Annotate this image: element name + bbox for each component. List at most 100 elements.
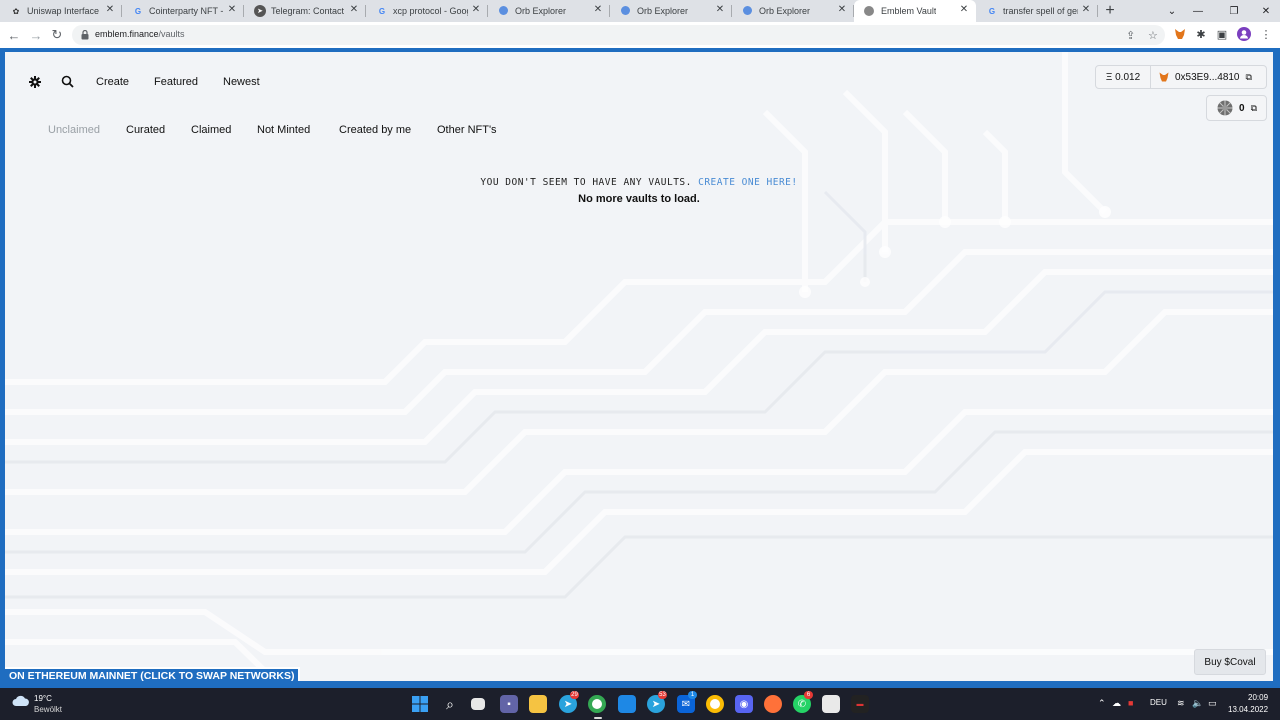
orb-icon xyxy=(621,6,630,15)
browser-tab[interactable]: Orb Explorer ✕ xyxy=(488,0,610,22)
tab-strip: ✿ Uniswap Interface ✕ G Cointerparty NFT… xyxy=(0,0,1280,22)
close-icon[interactable]: ✕ xyxy=(1080,4,1092,16)
side-panel-icon[interactable]: ▣ xyxy=(1214,26,1230,42)
url-domain: emblem.finance xyxy=(95,29,159,39)
filter-claimed[interactable]: Claimed xyxy=(191,124,231,136)
tab-title: transfer spell of gene xyxy=(1003,6,1078,16)
clock-time[interactable]: 20:09 xyxy=(1248,693,1268,702)
page-frame: Create Featured Newest Ξ 0.012 0x53E9...… xyxy=(0,48,1280,688)
window-close-icon[interactable]: ✕ xyxy=(1258,0,1274,22)
tray-chevron-up-icon[interactable]: ⌃ xyxy=(1098,698,1106,709)
no-more-vaults-text: No more vaults to load. xyxy=(578,193,700,205)
star-icon[interactable]: ☆ xyxy=(1148,29,1158,42)
nav-create[interactable]: Create xyxy=(96,76,129,88)
weather-description[interactable]: Bewölkt xyxy=(34,705,62,714)
nav-newest[interactable]: Newest xyxy=(223,76,260,88)
search-icon[interactable] xyxy=(61,75,74,88)
share-icon[interactable]: ⇪ xyxy=(1126,29,1135,42)
close-icon[interactable]: ✕ xyxy=(714,4,726,16)
external-link-icon: ⧉ xyxy=(1245,71,1252,82)
gear-icon[interactable] xyxy=(29,76,41,88)
create-vault-link[interactable]: CREATE ONE HERE! xyxy=(698,177,798,188)
discord-icon[interactable]: ◉ xyxy=(735,695,753,713)
filter-other-nfts[interactable]: Other NFT's xyxy=(437,124,497,136)
lock-icon xyxy=(81,30,89,40)
tab-title: Orb Explorer xyxy=(637,6,689,16)
url-text: emblem.finance/vaults xyxy=(95,29,185,39)
battery-icon[interactable]: ▭ xyxy=(1208,698,1217,709)
coval-balance-button[interactable]: 0 ⧉ xyxy=(1206,95,1267,121)
network-banner[interactable]: ON ETHEREUM MAINNET (CLICK TO SWAP NETWO… xyxy=(5,667,301,681)
task-view-icon[interactable] xyxy=(471,698,485,710)
browser-tab[interactable]: ✿ Uniswap Interface ✕ xyxy=(0,0,122,22)
tray-alert-icon[interactable]: ■ xyxy=(1128,698,1133,708)
external-link-icon: ⧉ xyxy=(1250,102,1257,113)
close-icon[interactable]: ✕ xyxy=(836,4,848,16)
back-icon[interactable]: ← xyxy=(5,26,23,44)
google-icon: G xyxy=(134,6,142,16)
tab-title: Telegram: Contact @C xyxy=(271,6,346,16)
weather-temperature[interactable]: 19°C xyxy=(34,694,52,703)
chrome-profile-icon[interactable] xyxy=(706,695,724,713)
firefox-icon[interactable] xyxy=(764,695,782,713)
chrome-active-indicator xyxy=(594,717,602,719)
browser-tab[interactable]: ➤ Telegram: Contact @C ✕ xyxy=(244,0,366,22)
close-icon[interactable]: ✕ xyxy=(592,4,604,16)
coval-count: 0 xyxy=(1239,102,1245,114)
circuit-background xyxy=(5,52,1273,681)
filter-curated[interactable]: Curated xyxy=(126,124,165,136)
photos-icon[interactable] xyxy=(618,695,636,713)
empty-vaults-message: YOU DON'T SEEM TO HAVE ANY VAULTS. CREAT… xyxy=(5,177,1273,188)
metamask-icon[interactable] xyxy=(1172,26,1188,42)
address-bar[interactable]: emblem.finance/vaults ⇪ ☆ xyxy=(72,25,1165,45)
windows-start-icon[interactable] xyxy=(411,695,429,713)
orb-icon xyxy=(743,6,752,15)
browser-tab[interactable]: Orb Explorer ✕ xyxy=(610,0,732,22)
google-icon: G xyxy=(378,6,386,16)
browser-tab[interactable]: G xcp protocol - Google ✕ xyxy=(366,0,488,22)
language-indicator[interactable]: DEU xyxy=(1150,698,1167,707)
minimize-icon[interactable]: — xyxy=(1190,0,1206,22)
mail-badge: 1 xyxy=(688,691,697,699)
browser-tab[interactable]: Orb Explorer ✕ xyxy=(732,0,854,22)
new-tab-button[interactable]: + xyxy=(1098,0,1122,22)
filter-created-by-me[interactable]: Created by me xyxy=(339,124,411,136)
nav-featured[interactable]: Featured xyxy=(154,76,198,88)
close-icon[interactable]: ✕ xyxy=(104,4,116,16)
menu-dots-icon[interactable]: ⋮ xyxy=(1258,26,1274,42)
restore-icon[interactable]: ❐ xyxy=(1226,0,1242,22)
google-icon: G xyxy=(988,6,996,16)
filter-unclaimed[interactable]: Unclaimed xyxy=(48,124,100,136)
close-icon[interactable]: ✕ xyxy=(226,4,238,16)
browser-tab[interactable]: G Cointerparty NFT - Go ✕ xyxy=(122,0,244,22)
close-icon[interactable]: ✕ xyxy=(470,4,482,16)
game-app-icon[interactable]: ▬ xyxy=(851,695,869,713)
tray-cloud-icon[interactable]: ☁ xyxy=(1112,698,1121,709)
wifi-icon[interactable]: ≋ xyxy=(1177,698,1185,709)
volume-icon[interactable]: 🔈 xyxy=(1192,698,1203,709)
browser-tab[interactable]: G transfer spell of gene ✕ xyxy=(976,0,1098,22)
tab-title: xcp protocol - Google xyxy=(393,6,468,16)
reload-icon[interactable]: ↻ xyxy=(48,26,66,44)
clock-date[interactable]: 13.04.2022 xyxy=(1228,705,1268,714)
chrome-icon[interactable] xyxy=(588,695,606,713)
close-icon[interactable]: ✕ xyxy=(348,4,360,16)
eth-balance[interactable]: Ξ 0.012 xyxy=(1095,65,1151,89)
wallet-account-button[interactable]: 0x53E9...4810 ⧉ xyxy=(1151,65,1267,89)
teams-chat-icon[interactable]: ▪ xyxy=(500,695,518,713)
chevron-down-icon[interactable]: ⌄ xyxy=(1164,0,1180,22)
tab-title: Cointerparty NFT - Go xyxy=(149,6,224,16)
tab-title: Orb Explorer xyxy=(515,6,567,16)
browser-tab-active[interactable]: Emblem Vault ✕ xyxy=(854,0,976,22)
file-explorer-icon[interactable] xyxy=(529,695,547,713)
search-icon[interactable]: ⌕ xyxy=(441,695,459,713)
buy-coval-button[interactable]: Buy $Coval xyxy=(1194,649,1266,675)
telegram-badge: 53 xyxy=(658,691,667,699)
forward-icon[interactable]: → xyxy=(27,26,45,44)
profile-avatar-icon[interactable] xyxy=(1236,26,1252,42)
extensions-icon[interactable]: ✱ xyxy=(1193,26,1209,42)
calendar-icon[interactable] xyxy=(822,695,840,713)
cloud-icon[interactable] xyxy=(12,695,30,707)
filter-not-minted[interactable]: Not Minted xyxy=(257,124,310,136)
close-icon[interactable]: ✕ xyxy=(958,4,970,16)
